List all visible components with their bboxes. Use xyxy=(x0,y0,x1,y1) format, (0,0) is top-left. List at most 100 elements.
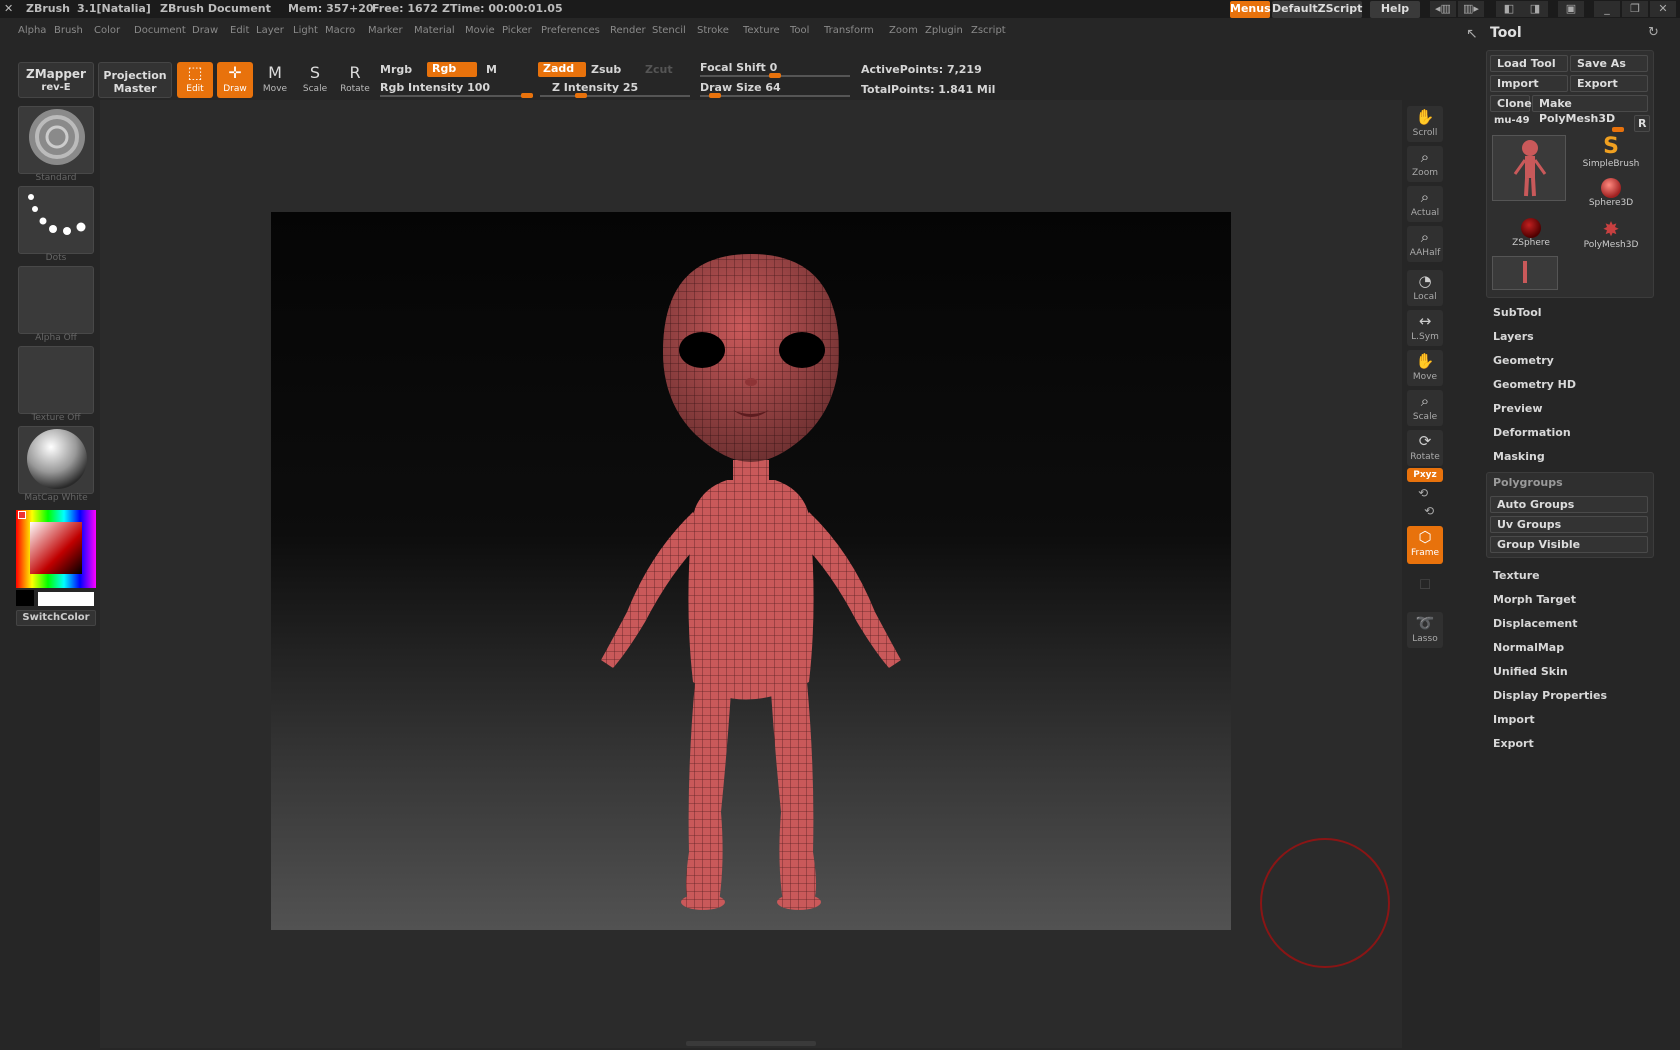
help-button[interactable]: Help xyxy=(1370,1,1420,18)
menu-movie[interactable]: Movie xyxy=(465,25,495,36)
transp-button[interactable]: ◻ xyxy=(1407,572,1443,608)
layout-left-icon[interactable]: ◧ xyxy=(1496,1,1522,17)
morph-target-section[interactable]: Morph Target xyxy=(1493,593,1576,606)
zcut-toggle[interactable]: Zcut xyxy=(645,63,673,76)
move-button[interactable]: M Move xyxy=(257,62,293,98)
mesh-slider-knob[interactable] xyxy=(1612,127,1624,132)
xyz-toggle[interactable]: Pxyz xyxy=(1407,468,1443,482)
rgb-intensity-slider[interactable] xyxy=(380,95,533,97)
color-picker[interactable] xyxy=(16,510,96,588)
stroke-thumbnail[interactable] xyxy=(18,186,94,254)
menu-draw[interactable]: Draw xyxy=(192,25,218,36)
zadd-toggle[interactable]: Zadd xyxy=(538,62,586,77)
edit-button[interactable]: ⬚ Edit xyxy=(177,62,213,98)
display-properties-section[interactable]: Display Properties xyxy=(1493,689,1607,702)
polymesh3d-tool[interactable]: ✸ PolyMesh3D xyxy=(1576,218,1646,250)
scroll-button[interactable]: ✋ Scroll xyxy=(1407,106,1443,142)
r-button[interactable]: R xyxy=(1634,115,1650,132)
group-visible-button[interactable]: Group Visible xyxy=(1490,536,1648,553)
switch-color-button[interactable]: SwitchColor xyxy=(16,610,96,626)
default-zscript-button[interactable]: DefaultZScript xyxy=(1272,1,1362,18)
rgb-toggle[interactable]: Rgb xyxy=(427,62,477,77)
deformation-section[interactable]: Deformation xyxy=(1493,426,1571,439)
menu-stroke[interactable]: Stroke xyxy=(697,25,729,36)
minimize-icon[interactable]: _ xyxy=(1594,1,1620,17)
lsym-button[interactable]: ↔ L.Sym xyxy=(1407,310,1443,346)
back-arrow-icon[interactable]: ↖ xyxy=(1466,26,1478,42)
secondary-color-swatch[interactable] xyxy=(16,590,34,606)
material-thumbnail[interactable] xyxy=(18,426,94,494)
menu-tool[interactable]: Tool xyxy=(790,25,809,36)
scale-button[interactable]: S Scale xyxy=(297,62,333,98)
alpha-thumbnail[interactable] xyxy=(18,266,94,334)
save-as-button[interactable]: Save As xyxy=(1570,55,1648,72)
texture-section[interactable]: Texture xyxy=(1493,569,1540,582)
menu-stencil[interactable]: Stencil xyxy=(652,25,686,36)
menu-zplugin[interactable]: Zplugin xyxy=(925,25,963,36)
menu-zscript[interactable]: Zscript xyxy=(971,25,1006,36)
projection-master-button[interactable]: Projection Master xyxy=(98,62,172,98)
menu-document[interactable]: Document xyxy=(134,25,186,36)
current-tool-thumbnail[interactable] xyxy=(1492,135,1566,201)
export-section[interactable]: Export xyxy=(1493,737,1534,750)
local-button[interactable]: ◔ Local xyxy=(1407,270,1443,306)
geometry-section[interactable]: Geometry xyxy=(1493,354,1554,367)
bottom-scroll-handle[interactable] xyxy=(686,1041,816,1046)
layout-right-icon[interactable]: ◨ xyxy=(1522,1,1548,17)
z-intensity-knob[interactable] xyxy=(574,93,587,98)
scale-view-button[interactable]: ⌕ Scale xyxy=(1407,390,1443,426)
texture-thumbnail[interactable] xyxy=(18,346,94,414)
uv-groups-button[interactable]: Uv Groups xyxy=(1490,516,1648,533)
rgb-intensity-knob[interactable] xyxy=(521,93,533,98)
aahalf-button[interactable]: ⌕ AAHalf xyxy=(1407,226,1443,262)
menu-color[interactable]: Color xyxy=(94,25,120,36)
draw-size-slider[interactable] xyxy=(700,95,850,97)
menu-light[interactable]: Light xyxy=(293,25,318,36)
sphere3d-tool[interactable]: Sphere3D xyxy=(1576,178,1646,208)
load-tool-button[interactable]: Load Tool xyxy=(1490,55,1568,72)
close-icon[interactable]: ✕ xyxy=(1650,1,1676,17)
zmapper-button[interactable]: ZMapper rev-E xyxy=(18,62,94,98)
primary-color-swatch[interactable] xyxy=(38,592,94,606)
mrgb-toggle[interactable]: Mrgb xyxy=(380,63,412,76)
frame-button[interactable]: ⬡ Frame xyxy=(1407,526,1443,564)
normalmap-section[interactable]: NormalMap xyxy=(1493,641,1564,654)
displacement-section[interactable]: Displacement xyxy=(1493,617,1578,630)
menu-layer[interactable]: Layer xyxy=(256,25,284,36)
menu-macro[interactable]: Macro xyxy=(325,25,355,36)
export-tool-button[interactable]: Export xyxy=(1570,75,1648,92)
menu-brush[interactable]: Brush xyxy=(54,25,83,36)
rotate-view-button[interactable]: ⟳ Rotate xyxy=(1407,430,1443,466)
clone-button[interactable]: Clone xyxy=(1490,95,1532,112)
draw-button[interactable]: ✛ Draw xyxy=(217,62,253,98)
brush-thumbnail[interactable] xyxy=(18,106,94,174)
import-section[interactable]: Import xyxy=(1493,713,1535,726)
draw-size-knob[interactable] xyxy=(708,93,721,98)
menu-alpha[interactable]: Alpha xyxy=(18,25,46,36)
make-polymesh-button[interactable]: Make PolyMesh3D xyxy=(1532,95,1648,125)
menu-render[interactable]: Render xyxy=(610,25,646,36)
color-saturation-square[interactable] xyxy=(30,522,82,574)
next-layout-icon[interactable]: ▥▸ xyxy=(1458,1,1484,17)
auto-groups-button[interactable]: Auto Groups xyxy=(1490,496,1648,513)
rotate-y-icon[interactable]: ⟲ xyxy=(1418,486,1428,500)
import-tool-button[interactable]: Import xyxy=(1490,75,1568,92)
polygroups-section[interactable]: Polygroups xyxy=(1493,476,1563,489)
menu-preferences[interactable]: Preferences xyxy=(541,25,600,36)
lock-icon[interactable]: ▣ xyxy=(1558,1,1584,17)
unified-skin-section[interactable]: Unified Skin xyxy=(1493,665,1568,678)
subtool-thumbnail[interactable] xyxy=(1492,256,1558,290)
menu-transform[interactable]: Transform xyxy=(824,25,874,36)
zoom-button[interactable]: ⌕ Zoom xyxy=(1407,146,1443,182)
focal-shift-knob[interactable] xyxy=(769,73,781,78)
menu-texture[interactable]: Texture xyxy=(743,25,780,36)
menu-marker[interactable]: Marker xyxy=(368,25,403,36)
rotate-button[interactable]: R Rotate xyxy=(337,62,373,98)
menu-picker[interactable]: Picker xyxy=(502,25,532,36)
move-view-button[interactable]: ✋ Move xyxy=(1407,350,1443,386)
masking-section[interactable]: Masking xyxy=(1493,450,1545,463)
subtool-section[interactable]: SubTool xyxy=(1493,306,1542,319)
menus-button[interactable]: Menus xyxy=(1230,1,1271,18)
preview-section[interactable]: Preview xyxy=(1493,402,1543,415)
menu-edit[interactable]: Edit xyxy=(230,25,249,36)
